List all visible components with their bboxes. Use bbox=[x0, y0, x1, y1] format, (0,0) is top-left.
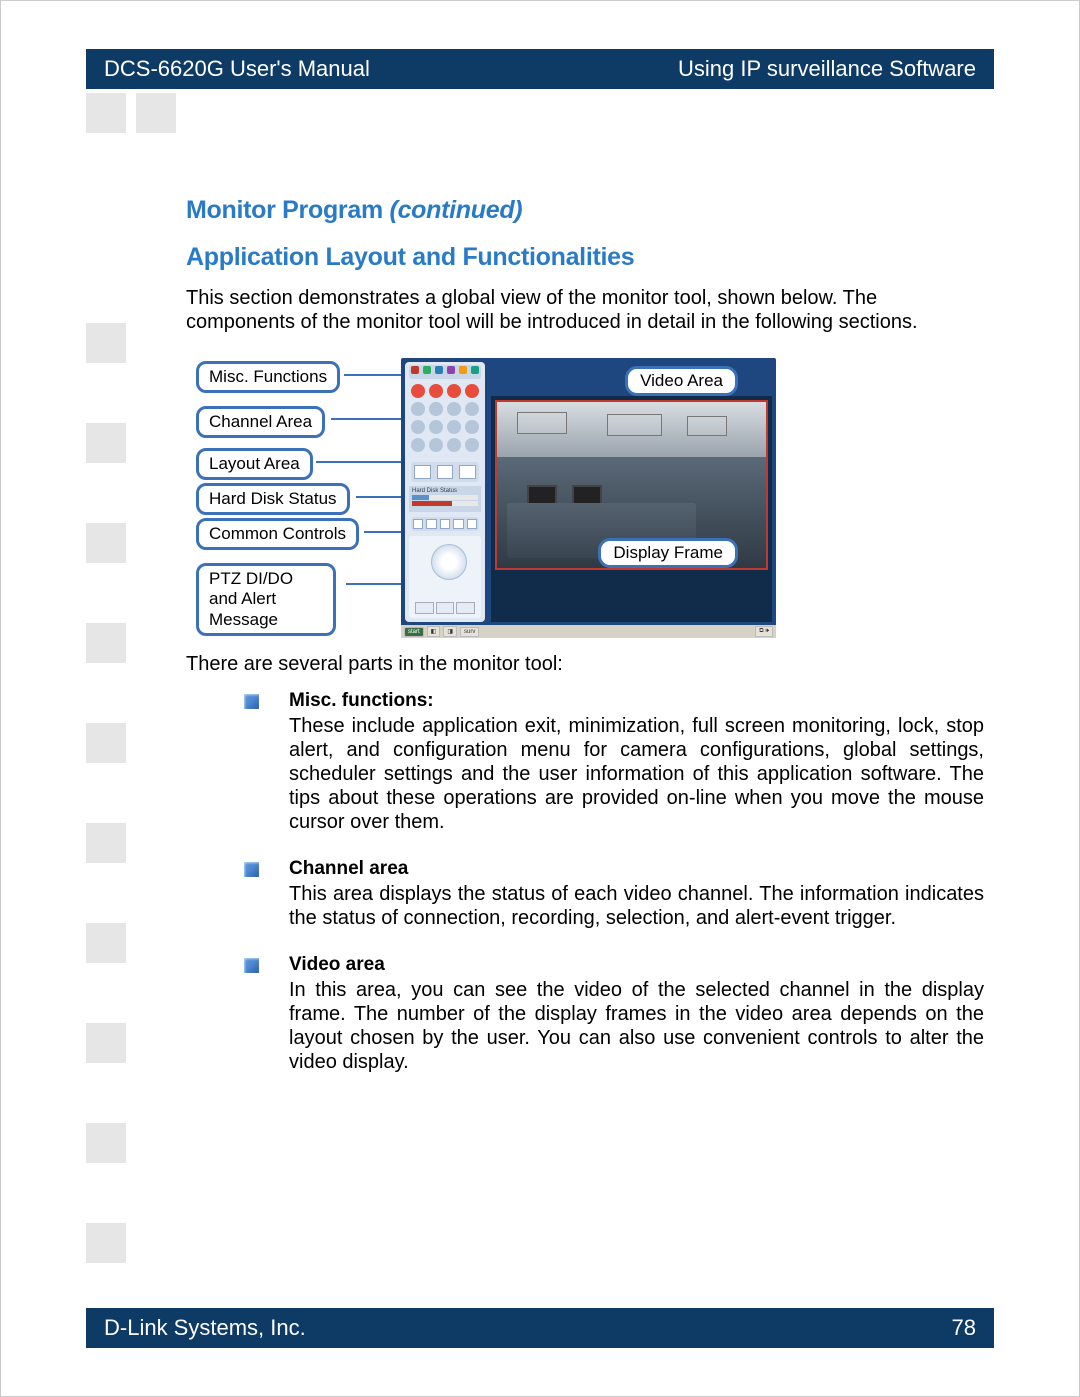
section-body-video: In this area, you can see the video of t… bbox=[289, 978, 984, 1074]
callout-layout: Layout Area bbox=[196, 448, 313, 480]
callout-ptz: PTZ DI/DO and Alert Message bbox=[196, 563, 336, 636]
app-screenshot: Hard Disk Status bbox=[401, 358, 776, 638]
section-title-video: Video area bbox=[289, 954, 984, 976]
heading-1: Monitor Program (continued) bbox=[186, 196, 984, 225]
intro-paragraph: This section demonstrates a global view … bbox=[186, 286, 984, 334]
section-title-channel: Channel area bbox=[289, 858, 984, 880]
heading-2: Application Layout and Functionalities bbox=[186, 243, 984, 272]
header-left: DCS-6620G User's Manual bbox=[104, 56, 370, 82]
callout-display: Display Frame bbox=[598, 538, 738, 568]
list-item-channel: Channel area This area displays the stat… bbox=[244, 858, 984, 930]
list-item-misc: Misc. functions: These include applicati… bbox=[244, 690, 984, 834]
header-right: Using IP surveillance Software bbox=[678, 56, 976, 82]
section-body-misc: These include application exit, minimiza… bbox=[289, 714, 984, 834]
bullet-icon bbox=[244, 862, 259, 877]
paragraph-2: There are several parts in the monitor t… bbox=[186, 652, 984, 676]
section-title-misc: Misc. functions: bbox=[289, 690, 984, 712]
list-item-video: Video area In this area, you can see the… bbox=[244, 954, 984, 1074]
bullet-icon bbox=[244, 694, 259, 709]
bullet-icon bbox=[244, 958, 259, 973]
section-body-channel: This area displays the status of each vi… bbox=[289, 882, 984, 930]
decorative-squares bbox=[86, 93, 181, 1304]
callout-misc: Misc. Functions bbox=[196, 361, 340, 393]
page-header: DCS-6620G User's Manual Using IP surveil… bbox=[86, 49, 994, 89]
page-footer: D-Link Systems, Inc. 78 bbox=[86, 1308, 994, 1348]
callout-hdd: Hard Disk Status bbox=[196, 483, 350, 515]
content-area: Monitor Program (continued) Application … bbox=[186, 196, 984, 1098]
callout-video: Video Area bbox=[625, 366, 738, 396]
footer-left: D-Link Systems, Inc. bbox=[104, 1315, 306, 1341]
callout-common: Common Controls bbox=[196, 518, 359, 550]
callout-channel: Channel Area bbox=[196, 406, 325, 438]
page-number: 78 bbox=[952, 1315, 976, 1341]
app-layout-diagram: Misc. Functions Channel Area Layout Area… bbox=[196, 358, 776, 638]
